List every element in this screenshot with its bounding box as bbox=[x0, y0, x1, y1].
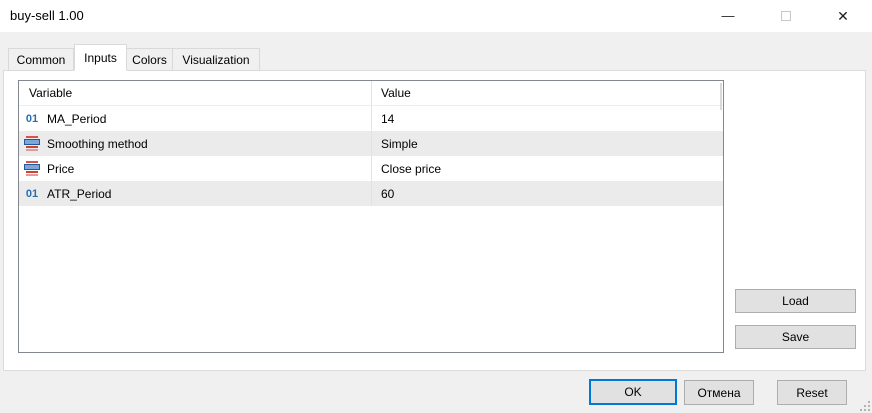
load-button[interactable]: Load bbox=[735, 289, 856, 313]
tab-strip: Common Inputs Colors Visualization bbox=[8, 44, 260, 71]
enum-parameter-icon bbox=[23, 161, 41, 177]
close-icon: ✕ bbox=[837, 9, 849, 23]
maximize-icon bbox=[781, 11, 791, 21]
ok-button[interactable]: OK bbox=[589, 379, 677, 405]
tab-colors[interactable]: Colors bbox=[127, 48, 173, 71]
table-scrollbar-thumb[interactable] bbox=[720, 83, 722, 110]
numeric-parameter-icon: 01 bbox=[23, 186, 41, 202]
reset-button[interactable]: Reset bbox=[777, 380, 847, 405]
numeric-parameter-icon: 01 bbox=[23, 111, 41, 127]
value-cell[interactable]: 60 bbox=[371, 181, 723, 206]
table-row[interactable]: Smoothing method Simple bbox=[19, 131, 723, 156]
tab-inputs[interactable]: Inputs bbox=[74, 44, 127, 71]
parameters-table: Variable Value 01 MA_Period 14 Smoothing… bbox=[18, 80, 724, 353]
value-cell[interactable]: 14 bbox=[371, 106, 723, 131]
window-title: buy-sell 1.00 bbox=[10, 8, 84, 23]
resize-grip-icon[interactable] bbox=[859, 400, 871, 412]
close-button[interactable]: ✕ bbox=[820, 0, 866, 32]
column-header-value[interactable]: Value bbox=[371, 81, 723, 105]
tab-inputs-label: Inputs bbox=[84, 51, 117, 65]
maximize-button bbox=[763, 0, 809, 32]
table-row[interactable]: 01 MA_Period 14 bbox=[19, 106, 723, 131]
table-row[interactable]: 01 ATR_Period 60 bbox=[19, 181, 723, 206]
table-row[interactable]: Price Close price bbox=[19, 156, 723, 181]
variable-name: ATR_Period bbox=[47, 187, 111, 201]
tab-visualization[interactable]: Visualization bbox=[173, 48, 260, 71]
variable-name: MA_Period bbox=[47, 112, 106, 126]
tab-colors-label: Colors bbox=[132, 53, 167, 67]
tab-common[interactable]: Common bbox=[8, 48, 74, 71]
save-button[interactable]: Save bbox=[735, 325, 856, 349]
tab-common-label: Common bbox=[17, 53, 66, 67]
enum-parameter-icon bbox=[23, 136, 41, 152]
cancel-button[interactable]: Отмена bbox=[684, 380, 754, 405]
minimize-button[interactable]: — bbox=[705, 0, 751, 32]
variable-name: Price bbox=[47, 162, 74, 176]
titlebar: buy-sell 1.00 — ✕ bbox=[0, 0, 872, 32]
value-cell[interactable]: Simple bbox=[371, 131, 723, 156]
minimize-icon: — bbox=[722, 9, 735, 22]
table-header-row: Variable Value bbox=[19, 81, 723, 106]
tab-visualization-label: Visualization bbox=[182, 53, 249, 67]
column-header-variable[interactable]: Variable bbox=[19, 81, 371, 105]
value-cell[interactable]: Close price bbox=[371, 156, 723, 181]
variable-name: Smoothing method bbox=[47, 137, 148, 151]
indicator-properties-dialog: buy-sell 1.00 — ✕ Common Inputs Colors V… bbox=[0, 0, 872, 413]
